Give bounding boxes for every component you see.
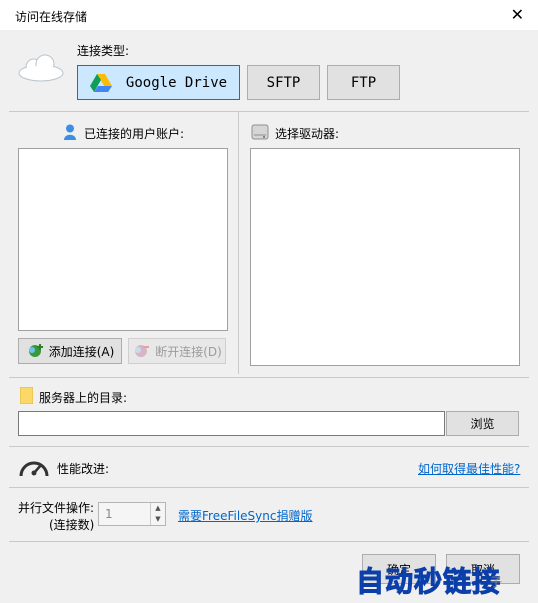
drives-header: 选择驱动器: xyxy=(275,127,340,141)
add-connection-icon xyxy=(28,344,43,357)
parallel-ops-sublabel: (连接数) xyxy=(49,518,95,532)
folder-icon xyxy=(20,387,33,404)
ftp-label: FTP xyxy=(350,74,377,91)
divider xyxy=(9,446,529,447)
ftp-button[interactable]: FTP xyxy=(327,65,400,100)
google-drive-button[interactable]: Google Drive xyxy=(77,65,240,100)
sftp-button[interactable]: SFTP xyxy=(247,65,320,100)
divider xyxy=(9,377,529,378)
parallel-ops-label: 并行文件操作: xyxy=(18,501,95,515)
user-icon xyxy=(64,124,76,140)
connection-type-label: 连接类型: xyxy=(77,44,130,58)
disconnect-icon xyxy=(135,345,150,357)
watermark-subtext: 子 xyxy=(490,575,503,589)
add-connection-button[interactable]: 添加连接(A) xyxy=(18,338,122,364)
title-bar: 访问在线存储 ✕ xyxy=(0,0,538,30)
divider xyxy=(9,111,529,112)
sftp-label: SFTP xyxy=(266,74,301,91)
divider xyxy=(9,487,529,488)
speedometer-icon xyxy=(19,461,49,477)
divider xyxy=(9,541,529,542)
google-drive-icon xyxy=(89,73,112,92)
window-title: 访问在线存储 xyxy=(15,10,88,24)
best-performance-link[interactable]: 如何取得最佳性能? xyxy=(418,460,520,477)
watermark-text: 自动秒链接 xyxy=(355,565,502,599)
accounts-header: 已连接的用户账户: xyxy=(84,127,185,141)
performance-label: 性能改进: xyxy=(57,462,110,476)
drives-list[interactable] xyxy=(250,148,520,366)
disconnect-label: 断开连接(D) xyxy=(155,344,222,359)
donation-link[interactable]: 需要FreeFileSync捐赠版 xyxy=(178,507,312,524)
browse-button[interactable]: 浏览 xyxy=(446,411,519,436)
disconnect-button[interactable]: 断开连接(D) xyxy=(128,338,226,364)
stepper-arrows[interactable]: ▲ ▼ xyxy=(150,503,165,525)
server-dir-label: 服务器上的目录: xyxy=(39,391,128,405)
accounts-list[interactable] xyxy=(18,148,228,331)
close-icon[interactable]: ✕ xyxy=(511,5,524,24)
server-dir-input[interactable] xyxy=(18,411,445,436)
browse-label: 浏览 xyxy=(470,417,495,431)
dialog-window: 访问在线存储 ✕ 连接类型: Google Drive SFTP FTP 已连接… xyxy=(0,0,538,603)
parallel-ops-value: 1 xyxy=(105,507,113,521)
parallel-ops-stepper[interactable]: 1 ▲ ▼ xyxy=(98,502,166,526)
drive-icon xyxy=(251,124,269,140)
add-connection-label: 添加连接(A) xyxy=(48,344,115,359)
panel-divider xyxy=(238,112,239,374)
cloud-icon xyxy=(18,54,64,82)
google-drive-label: Google Drive xyxy=(125,74,228,91)
